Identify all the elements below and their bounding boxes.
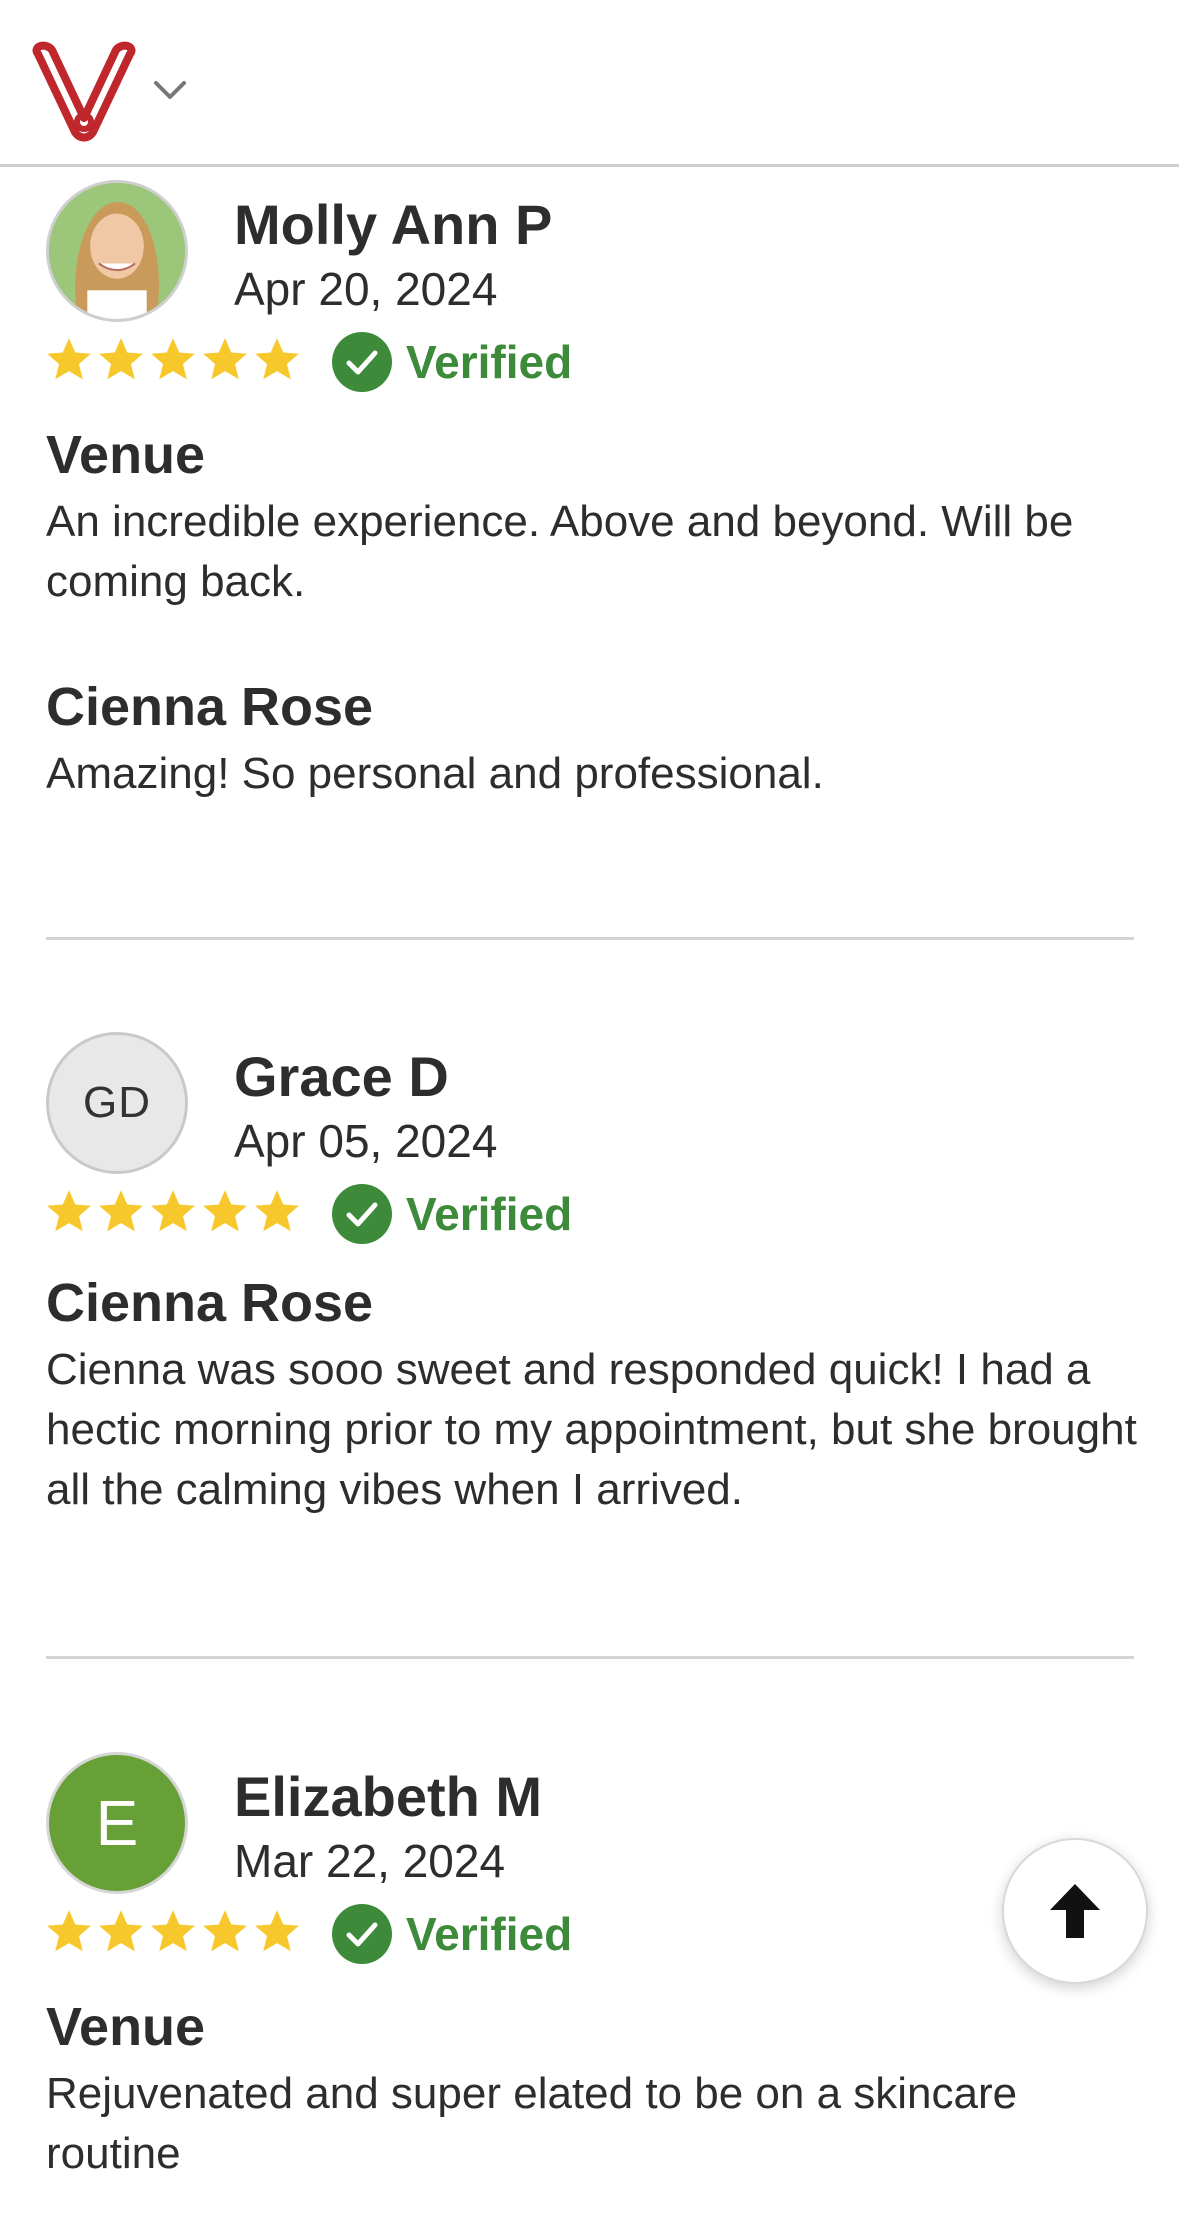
- star-icon: [203, 338, 247, 380]
- chevron-down-icon[interactable]: [152, 78, 188, 102]
- verified-label: Verified: [406, 336, 573, 388]
- star-icon: [151, 338, 195, 380]
- section-title: Cienna Rose: [46, 1273, 374, 1333]
- star-icon: [255, 338, 299, 380]
- verified-check-icon: [332, 332, 392, 392]
- section-title: Venue: [46, 1997, 206, 2057]
- section-title: Cienna Rose: [46, 677, 374, 737]
- review-card: GD Grace D Apr 05, 2024 Verified Cienna …: [0, 1032, 1179, 1652]
- review-card: Molly Ann P Apr 20, 2024 Verified Venue …: [0, 180, 1179, 940]
- section-title: Venue: [46, 425, 206, 485]
- review-date: Mar 22, 2024: [234, 1835, 506, 1887]
- star-icon: [203, 1910, 247, 1952]
- star-icon: [99, 338, 143, 380]
- star-icon: [203, 1190, 247, 1232]
- review-card: E Elizabeth M Mar 22, 2024 Verified Venu…: [0, 1752, 1179, 2240]
- verified-badge: Verified: [332, 1904, 572, 1964]
- section-body: Rejuvenated and super elated to be on a …: [46, 2069, 1018, 2178]
- vagaro-logo-icon[interactable]: [28, 40, 140, 144]
- verified-label: Verified: [406, 1188, 573, 1240]
- avatar: E: [46, 1752, 188, 1894]
- avatar: [46, 180, 188, 322]
- verified-check-icon: [332, 1904, 392, 1964]
- star-icon: [47, 1910, 91, 1952]
- reviewer-name: Elizabeth M: [234, 1765, 543, 1828]
- star-icon: [151, 1910, 195, 1952]
- verified-label: Verified: [406, 1908, 573, 1960]
- profile-photo: [49, 183, 185, 319]
- avatar: GD: [46, 1032, 188, 1174]
- section-body: Cienna was sooo sweet and responded quic…: [46, 1345, 1137, 1514]
- star-icon: [99, 1190, 143, 1232]
- verified-badge: Verified: [332, 332, 572, 392]
- scroll-to-top-button[interactable]: [1002, 1838, 1148, 1984]
- star-icon: [99, 1910, 143, 1952]
- verified-check-icon: [332, 1184, 392, 1244]
- star-icon: [47, 338, 91, 380]
- review-date: Apr 20, 2024: [234, 263, 498, 315]
- star-rating: [44, 1906, 302, 1956]
- star-icon: [47, 1190, 91, 1232]
- star-rating: [44, 1186, 302, 1236]
- star-icon: [255, 1910, 299, 1952]
- app-header: [0, 0, 1179, 167]
- review-divider: [46, 937, 1134, 940]
- star-icon: [255, 1190, 299, 1232]
- star-icon: [151, 1190, 195, 1232]
- section-body: Amazing! So personal and professional.: [46, 749, 824, 798]
- star-rating: [44, 334, 302, 384]
- review-divider: [46, 1656, 1134, 1659]
- review-date: Apr 05, 2024: [234, 1115, 498, 1167]
- arrow-up-icon: [1050, 1884, 1100, 1938]
- section-body: An incredible experience. Above and beyo…: [46, 497, 1074, 606]
- reviewer-name: Grace D: [234, 1045, 449, 1108]
- verified-badge: Verified: [332, 1184, 572, 1244]
- reviewer-name: Molly Ann P: [234, 193, 553, 256]
